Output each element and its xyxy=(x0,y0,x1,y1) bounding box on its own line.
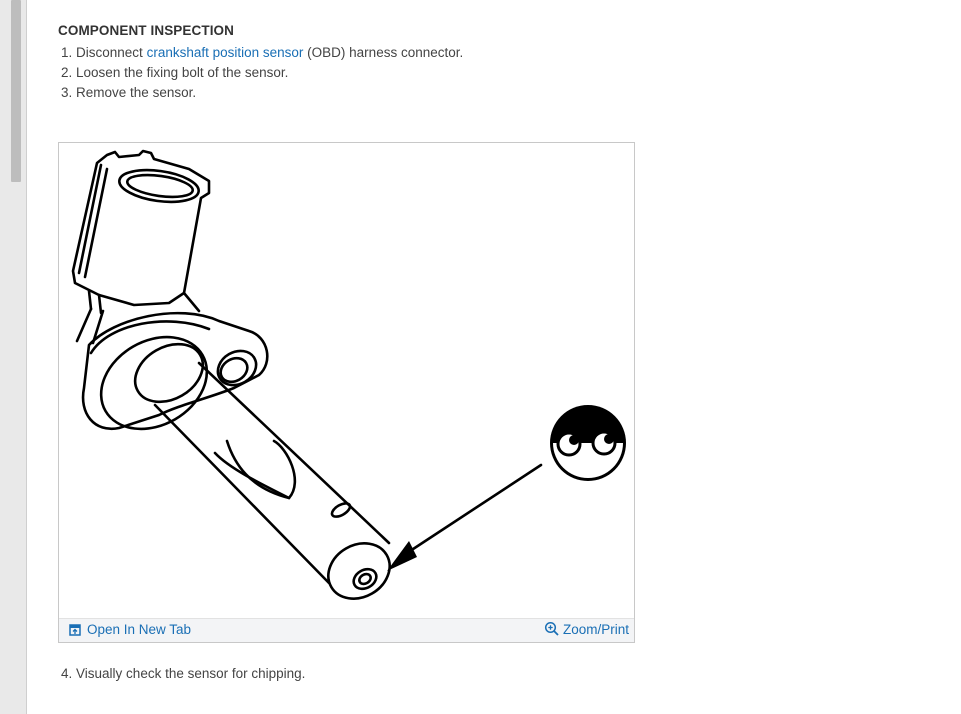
open-new-tab-button[interactable]: Open In New Tab xyxy=(69,622,191,637)
crankshaft-sensor-link[interactable]: crankshaft position sensor xyxy=(147,45,304,60)
step-2-text: Loosen the fixing bolt of the sensor. xyxy=(76,65,289,80)
section-title: COMPONENT INSPECTION xyxy=(58,23,235,38)
step-3-text: Remove the sensor. xyxy=(76,85,197,100)
inspection-content: COMPONENT INSPECTION 1. Disconnect crank… xyxy=(58,22,658,103)
step-4-number: 4. xyxy=(61,666,73,681)
step-1: 1. Disconnect crankshaft position sensor… xyxy=(58,43,658,63)
step-4-text: Visually check the sensor for chipping. xyxy=(76,666,306,681)
zoom-print-label: Zoom/Print xyxy=(562,621,629,637)
step-1-before: Disconnect xyxy=(76,45,147,60)
step-3: 3. Remove the sensor. xyxy=(58,83,658,103)
step-4: 4. Visually check the sensor for chippin… xyxy=(61,664,305,684)
open-new-tab-label: Open In New Tab xyxy=(87,622,192,637)
zoom-in-icon xyxy=(544,621,559,636)
sensor-figure: Open In New Tab Zoom/Print xyxy=(58,142,635,643)
step-2: 2. Loosen the fixing bolt of the sensor. xyxy=(58,63,658,83)
open-new-tab-icon xyxy=(69,623,81,636)
figure-toolbar: Open In New Tab Zoom/Print xyxy=(59,618,634,642)
steps-list: 1. Disconnect crankshaft position sensor… xyxy=(58,43,658,103)
step-1-number: 1. xyxy=(61,45,73,60)
step-2-number: 2. xyxy=(61,65,73,80)
scrollbar-thumb[interactable] xyxy=(11,0,21,182)
step-1-after: (OBD) harness connector. xyxy=(303,45,464,60)
zoom-print-button[interactable]: Zoom/Print xyxy=(544,621,629,637)
left-scrollbar[interactable] xyxy=(0,0,27,714)
step-3-number: 3. xyxy=(61,85,73,100)
crankshaft-sensor-illustration xyxy=(71,149,626,600)
